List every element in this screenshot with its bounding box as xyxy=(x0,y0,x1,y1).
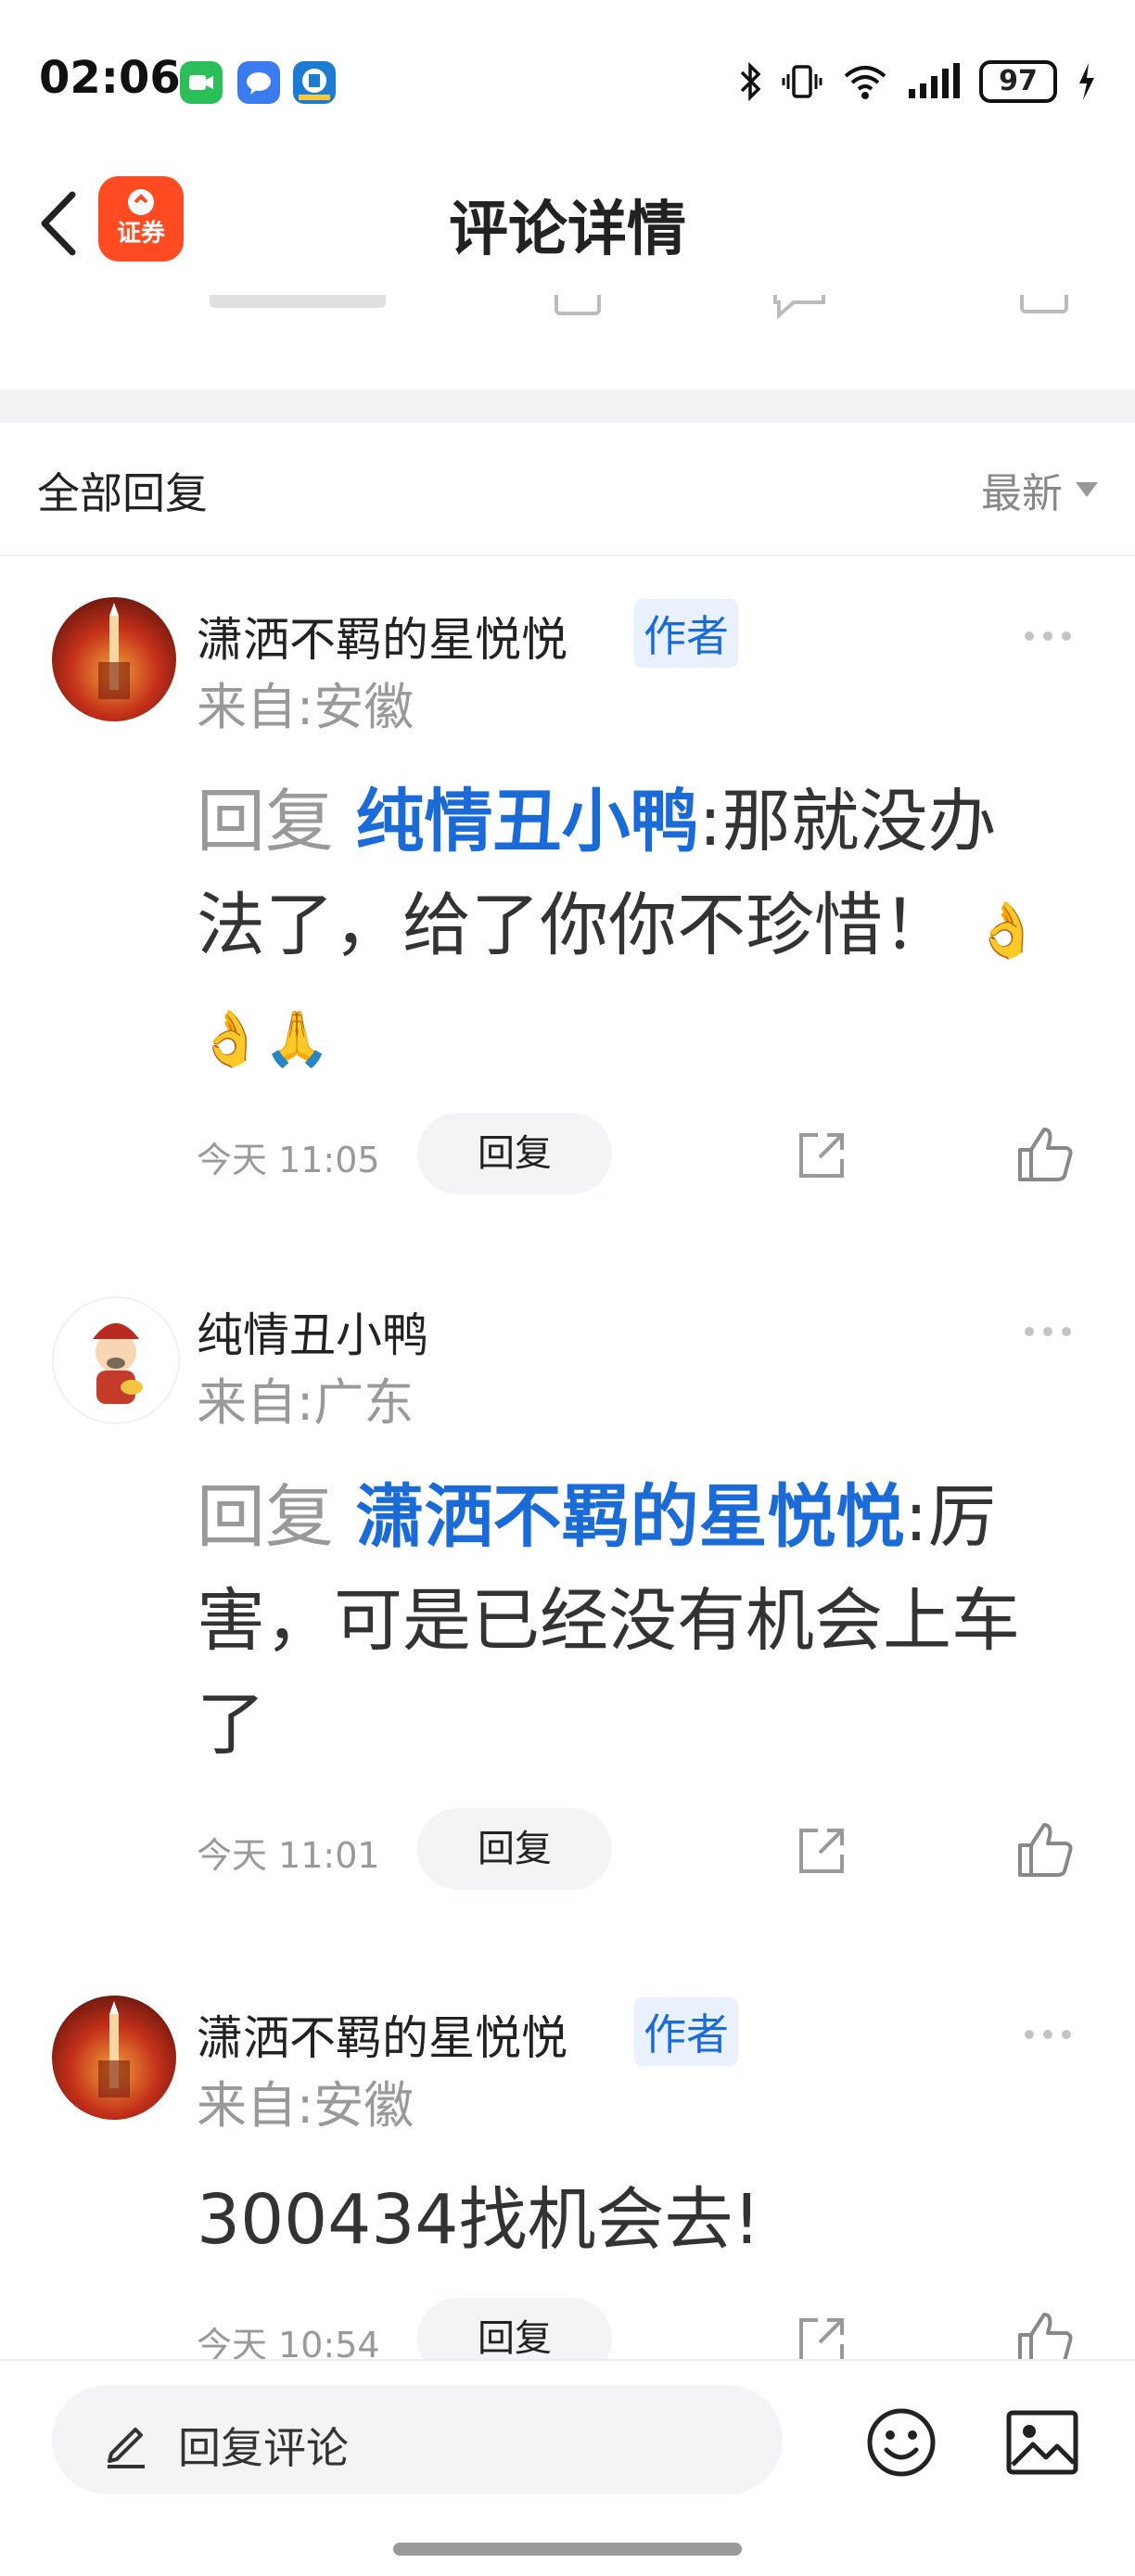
home-indicator[interactable] xyxy=(393,2543,742,2556)
sort-dropdown[interactable]: 最新 xyxy=(981,460,1098,519)
user-location: 来自:安徽 xyxy=(197,678,414,736)
avatar[interactable] xyxy=(52,597,176,721)
chevron-down-icon xyxy=(1076,482,1098,497)
share-icon[interactable] xyxy=(792,1821,851,1881)
image-icon[interactable] xyxy=(1005,2407,1079,2478)
author-tag: 作者 xyxy=(634,1997,738,2066)
section-divider xyxy=(0,389,1135,423)
message-icon xyxy=(237,61,280,104)
pen-icon xyxy=(108,2428,145,2468)
reply-input-placeholder: 回复评论 xyxy=(178,2423,349,2473)
more-button[interactable] xyxy=(1020,1322,1081,1341)
username[interactable]: 潇洒不羁的星悦悦 xyxy=(197,2001,568,2068)
status-right: 97 xyxy=(738,59,1098,104)
rocket-avatar-icon xyxy=(98,2001,130,2098)
like-icon[interactable] xyxy=(1013,1122,1078,1187)
avatar[interactable] xyxy=(52,1996,176,2120)
reply-comment-input[interactable]: 回复评论 xyxy=(52,2385,783,2494)
reply-text: 回复 潇洒不羁的星悦悦:厉害，可是已经没有机会上车了 xyxy=(197,1465,1059,1777)
bank-app-icon xyxy=(293,61,336,104)
previous-time-fragment xyxy=(210,295,386,308)
signal-icon xyxy=(909,63,960,98)
more-icon xyxy=(1025,2030,1034,2039)
replies-filter-bar: 全部回复 最新 xyxy=(0,423,1135,556)
page-title: 评论详情 xyxy=(449,196,686,264)
fortune-god-avatar-icon xyxy=(93,1323,143,1404)
status-bar: 02:06 97 xyxy=(0,0,1135,158)
more-button[interactable] xyxy=(1020,2025,1081,2044)
reply-prefix: 回复 xyxy=(197,782,334,861)
bluetooth-icon xyxy=(740,61,761,102)
rocket-avatar-icon xyxy=(98,603,130,699)
more-button[interactable] xyxy=(1020,627,1081,645)
share-icon-partial[interactable] xyxy=(553,295,605,323)
avatar[interactable] xyxy=(52,1296,180,1424)
sort-label: 最新 xyxy=(981,470,1063,517)
bottom-reply-bar: 回复评论 xyxy=(0,2359,1135,2576)
user-location: 来自:广东 xyxy=(197,1373,414,1432)
reply-button[interactable]: 回复 xyxy=(417,1808,612,1890)
more-icon xyxy=(1025,1327,1034,1336)
username[interactable]: 潇洒不羁的星悦悦 xyxy=(197,603,568,670)
author-tag: 作者 xyxy=(634,599,738,668)
reply-button[interactable]: 回复 xyxy=(417,1113,612,1194)
user-location: 来自:安徽 xyxy=(197,2076,414,2135)
vibrate-icon xyxy=(782,65,823,98)
comment-icon-partial[interactable] xyxy=(772,295,827,323)
status-time: 02:06 xyxy=(39,52,181,104)
username[interactable]: 纯情丑小鸭 xyxy=(197,1298,428,1365)
charging-icon xyxy=(1079,63,1094,100)
video-call-icon xyxy=(180,61,223,104)
reply-to-user[interactable]: 纯情丑小鸭 xyxy=(356,782,699,861)
like-icon-partial[interactable] xyxy=(1016,295,1072,323)
reply-to-user[interactable]: 潇洒不羁的星悦悦 xyxy=(356,1477,905,1557)
reply-time: 今天 11:01 xyxy=(197,1835,380,1876)
reply-prefix: 回复 xyxy=(197,1477,334,1557)
previous-comment-actions xyxy=(0,295,1135,388)
emoji-icon[interactable] xyxy=(864,2405,938,2480)
wifi-icon xyxy=(844,66,886,99)
like-icon[interactable] xyxy=(1013,1817,1078,1882)
all-replies-label: 全部回复 xyxy=(37,468,208,518)
more-icon xyxy=(1025,631,1034,641)
share-icon[interactable] xyxy=(792,1126,851,1185)
battery-indicator: 97 xyxy=(979,60,1057,103)
reply-text: 回复 纯情丑小鸭:那就没办法了，给了你你不珍惜！ 👌👌🙏 xyxy=(197,770,1059,1090)
reply-time: 今天 11:05 xyxy=(197,1140,380,1180)
reply-text: 300434找机会去! xyxy=(197,2168,1059,2272)
reply-content: 300434找机会去! xyxy=(197,2180,761,2260)
